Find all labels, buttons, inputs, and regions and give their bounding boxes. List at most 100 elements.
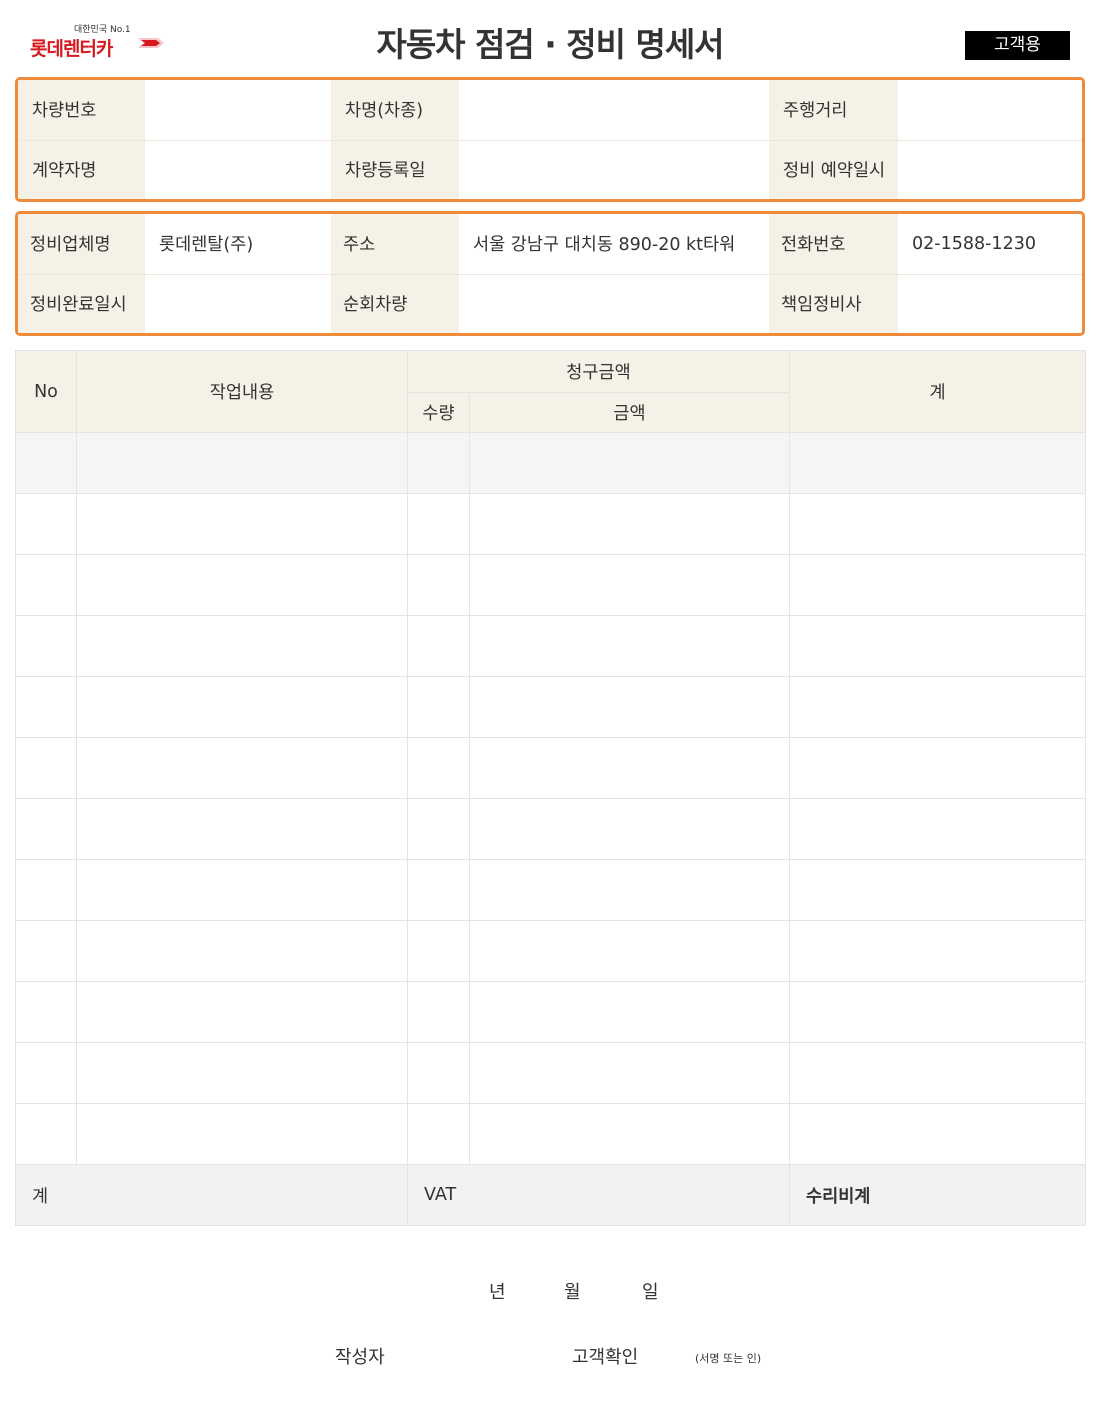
row-amount-cell[interactable] — [469, 676, 790, 738]
row-total-cell[interactable] — [789, 859, 1086, 921]
row-work-cell[interactable] — [76, 554, 408, 616]
table-row — [15, 920, 1086, 982]
phone-field[interactable]: 02-1588-1230 — [898, 214, 1082, 274]
contractor-name-field[interactable] — [145, 140, 331, 199]
row-qty-cell[interactable] — [407, 920, 470, 982]
row-work-cell[interactable] — [76, 981, 408, 1043]
row-qty-cell[interactable] — [407, 737, 470, 799]
row-no-cell[interactable] — [15, 798, 77, 860]
row-qty-cell[interactable] — [407, 676, 470, 738]
row-qty-cell[interactable] — [407, 615, 470, 677]
row-amount-cell[interactable] — [469, 615, 790, 677]
table-row — [15, 1042, 1086, 1104]
row-no-cell[interactable] — [15, 554, 77, 616]
row-amount-cell[interactable] — [469, 920, 790, 982]
row-amount-cell[interactable] — [469, 493, 790, 555]
column-header-total: 계 — [789, 350, 1086, 433]
year-label: 년 — [489, 1282, 506, 1303]
row-qty-cell[interactable] — [407, 981, 470, 1043]
row-qty-cell[interactable] — [407, 432, 470, 494]
row-work-cell[interactable] — [76, 432, 408, 494]
column-header-no: No — [15, 350, 77, 433]
completion-datetime-field[interactable] — [145, 274, 331, 333]
row-qty-cell[interactable] — [407, 493, 470, 555]
table-row — [15, 737, 1086, 799]
vehicle-number-field[interactable] — [145, 80, 331, 140]
row-amount-cell[interactable] — [469, 798, 790, 860]
row-work-cell[interactable] — [76, 737, 408, 799]
row-total-cell[interactable] — [789, 737, 1086, 799]
vehicle-number-label: 차량번호 — [18, 80, 145, 140]
reservation-datetime-label: 정비 예약일시 — [769, 140, 898, 199]
row-qty-cell[interactable] — [407, 554, 470, 616]
row-amount-cell[interactable] — [469, 737, 790, 799]
row-no-cell[interactable] — [15, 676, 77, 738]
row-no-cell[interactable] — [15, 859, 77, 921]
row-no-cell[interactable] — [15, 1103, 77, 1165]
chief-mechanic-label: 책임정비사 — [769, 274, 898, 333]
row-amount-cell[interactable] — [469, 1103, 790, 1165]
row-qty-cell[interactable] — [407, 1103, 470, 1165]
contractor-name-label: 계약자명 — [18, 140, 145, 199]
chief-mechanic-field[interactable] — [898, 274, 1082, 333]
row-work-cell[interactable] — [76, 493, 408, 555]
completion-datetime-label: 정비완료일시 — [18, 274, 145, 333]
row-work-cell[interactable] — [76, 798, 408, 860]
vat-label: VAT — [407, 1164, 790, 1226]
row-amount-cell[interactable] — [469, 1042, 790, 1104]
row-work-cell[interactable] — [76, 1103, 408, 1165]
row-total-cell[interactable] — [789, 981, 1086, 1043]
row-no-cell[interactable] — [15, 493, 77, 555]
row-amount-cell[interactable] — [469, 554, 790, 616]
column-header-quantity: 수량 — [407, 392, 470, 433]
row-total-cell[interactable] — [789, 920, 1086, 982]
row-amount-cell[interactable] — [469, 981, 790, 1043]
shop-name-label: 정비업체명 — [18, 214, 145, 274]
row-no-cell[interactable] — [15, 615, 77, 677]
row-total-cell[interactable] — [789, 676, 1086, 738]
row-amount-cell[interactable] — [469, 432, 790, 494]
row-no-cell[interactable] — [15, 1042, 77, 1104]
row-total-cell[interactable] — [789, 493, 1086, 555]
registration-date-field[interactable] — [459, 140, 769, 199]
row-no-cell[interactable] — [15, 981, 77, 1043]
column-header-amount: 금액 — [469, 392, 790, 433]
customer-confirm-label: 고객확인 — [572, 1347, 639, 1368]
repair-total-label: 수리비계 — [789, 1164, 1086, 1226]
month-label: 월 — [564, 1282, 581, 1303]
table-row — [15, 676, 1086, 738]
table-row — [15, 798, 1086, 860]
patrol-vehicle-field[interactable] — [459, 274, 769, 333]
mileage-field[interactable] — [898, 80, 1082, 140]
day-label: 일 — [642, 1282, 659, 1303]
row-amount-cell[interactable] — [469, 859, 790, 921]
row-work-cell[interactable] — [76, 920, 408, 982]
table-row — [15, 432, 1086, 494]
row-total-cell[interactable] — [789, 798, 1086, 860]
row-work-cell[interactable] — [76, 1042, 408, 1104]
registration-date-label: 차량등록일 — [331, 140, 459, 199]
row-work-cell[interactable] — [76, 859, 408, 921]
row-no-cell[interactable] — [15, 737, 77, 799]
row-work-cell[interactable] — [76, 615, 408, 677]
writer-label: 작성자 — [335, 1347, 385, 1368]
row-qty-cell[interactable] — [407, 1042, 470, 1104]
row-total-cell[interactable] — [789, 554, 1086, 616]
row-total-cell[interactable] — [789, 1042, 1086, 1104]
column-header-work: 작업내용 — [76, 350, 408, 433]
table-row — [15, 554, 1086, 616]
row-qty-cell[interactable] — [407, 859, 470, 921]
row-total-cell[interactable] — [789, 1103, 1086, 1165]
row-total-cell[interactable] — [789, 432, 1086, 494]
row-no-cell[interactable] — [15, 920, 77, 982]
shop-name-field[interactable]: 롯데렌탈(주) — [145, 214, 331, 274]
reservation-datetime-field[interactable] — [898, 140, 1082, 199]
row-no-cell[interactable] — [15, 432, 77, 494]
address-field[interactable]: 서울 강남구 대치동 890-20 kt타워 — [459, 214, 769, 274]
vehicle-model-field[interactable] — [459, 80, 769, 140]
row-qty-cell[interactable] — [407, 798, 470, 860]
row-total-cell[interactable] — [789, 615, 1086, 677]
table-row — [15, 615, 1086, 677]
subtotal-label: 계 — [15, 1164, 408, 1226]
row-work-cell[interactable] — [76, 676, 408, 738]
